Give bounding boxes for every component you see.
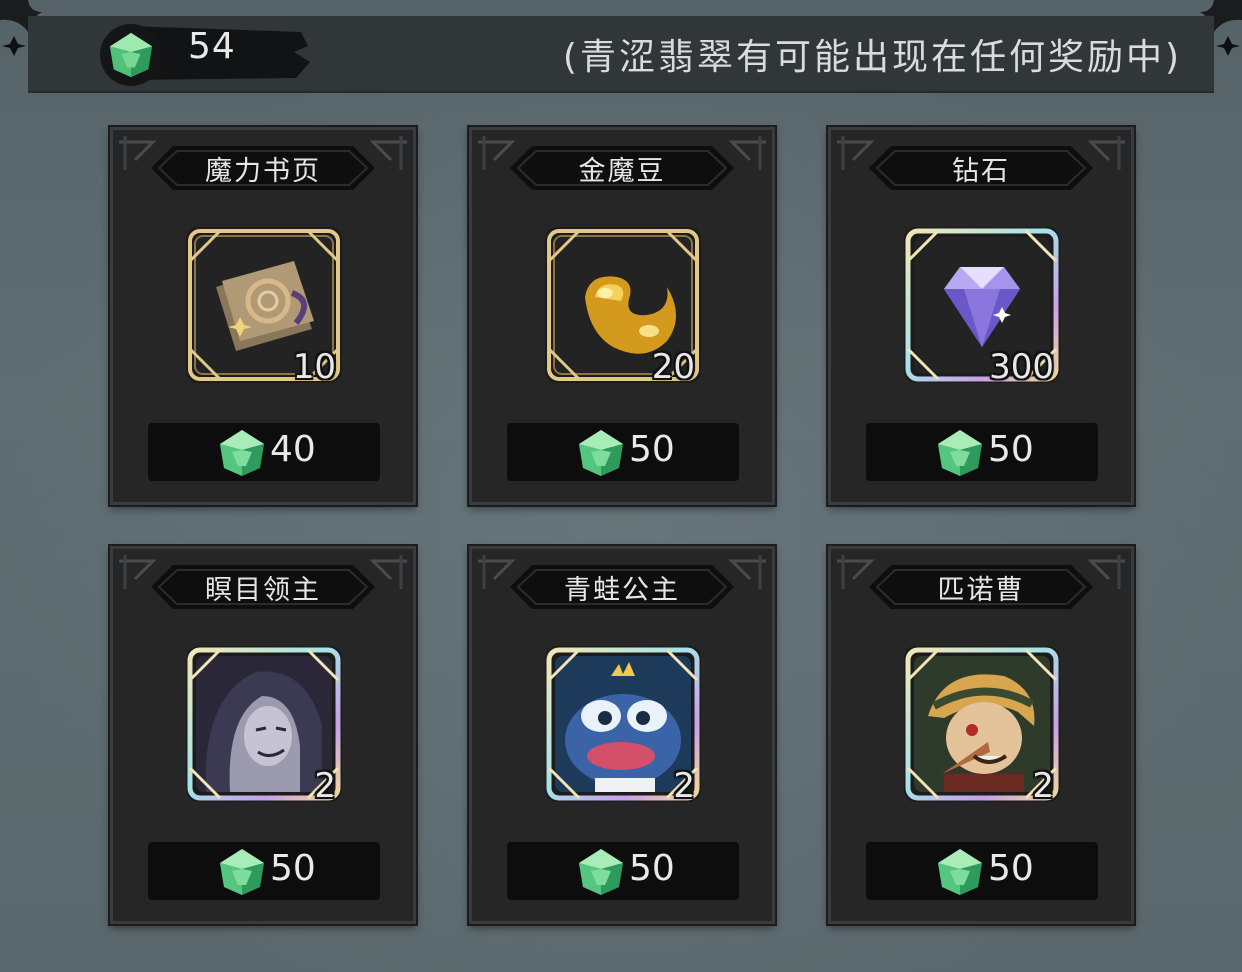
buy-button[interactable]: 50 bbox=[507, 423, 739, 481]
price-value: 50 bbox=[270, 848, 316, 889]
item-slot[interactable]: 2 bbox=[186, 646, 342, 806]
item-name: 金魔豆 bbox=[578, 155, 666, 187]
price-value: 50 bbox=[988, 848, 1034, 889]
card-title-banner: 青蛙公主 bbox=[510, 561, 734, 613]
item-quantity: 2 bbox=[673, 766, 695, 806]
price-value: 50 bbox=[629, 429, 675, 470]
shop-card[interactable]: 青蛙公主 2 50 bbox=[469, 546, 775, 924]
item-slot[interactable]: 300 bbox=[904, 227, 1060, 387]
item-quantity: 2 bbox=[1032, 766, 1054, 806]
item-name: 青蛙公主 bbox=[564, 574, 680, 606]
shop-card[interactable]: 钻石 300 50 bbox=[828, 127, 1134, 505]
buy-button[interactable]: 50 bbox=[866, 842, 1098, 900]
price-value: 40 bbox=[270, 429, 316, 470]
green-emerald-icon bbox=[934, 428, 986, 478]
buy-button[interactable]: 50 bbox=[866, 423, 1098, 481]
card-title-banner: 金魔豆 bbox=[510, 142, 734, 194]
card-title-banner: 匹诺曹 bbox=[869, 561, 1093, 613]
price-value: 50 bbox=[629, 848, 675, 889]
item-quantity: 300 bbox=[989, 347, 1054, 387]
card-title-banner: 魔力书页 bbox=[151, 142, 375, 194]
item-quantity: 10 bbox=[292, 347, 336, 387]
item-quantity: 2 bbox=[314, 766, 336, 806]
card-title-banner: 钻石 bbox=[869, 142, 1093, 194]
green-emerald-icon bbox=[216, 847, 268, 897]
shop-card[interactable]: 魔力书页 10 40 bbox=[110, 127, 416, 505]
item-name: 瞑目领主 bbox=[205, 574, 321, 606]
green-emerald-icon bbox=[216, 428, 268, 478]
item-slot[interactable]: 10 bbox=[186, 227, 342, 387]
green-emerald-icon bbox=[575, 847, 627, 897]
card-title-banner: 瞑目领主 bbox=[151, 561, 375, 613]
item-slot[interactable]: 20 bbox=[545, 227, 701, 387]
shop-card[interactable]: 瞑目领主 2 50 bbox=[110, 546, 416, 924]
item-quantity: 20 bbox=[651, 347, 695, 387]
item-slot[interactable]: 2 bbox=[904, 646, 1060, 806]
green-emerald-icon bbox=[934, 847, 986, 897]
buy-button[interactable]: 50 bbox=[507, 842, 739, 900]
currency-amount: 54 bbox=[188, 26, 236, 67]
green-emerald-icon bbox=[100, 24, 162, 86]
shop-card[interactable]: 匹诺曹 2 50 bbox=[828, 546, 1134, 924]
price-value: 50 bbox=[988, 429, 1034, 470]
item-name: 钻石 bbox=[952, 155, 1010, 187]
buy-button[interactable]: 40 bbox=[148, 423, 380, 481]
green-emerald-icon bbox=[575, 428, 627, 478]
buy-button[interactable]: 50 bbox=[148, 842, 380, 900]
item-slot[interactable]: 2 bbox=[545, 646, 701, 806]
shop-card[interactable]: 金魔豆 20 50 bbox=[469, 127, 775, 505]
item-name: 匹诺曹 bbox=[937, 574, 1025, 606]
reward-notice: (青涩翡翠有可能出现在任何奖励中) bbox=[562, 37, 1182, 78]
item-name: 魔力书页 bbox=[205, 155, 321, 187]
